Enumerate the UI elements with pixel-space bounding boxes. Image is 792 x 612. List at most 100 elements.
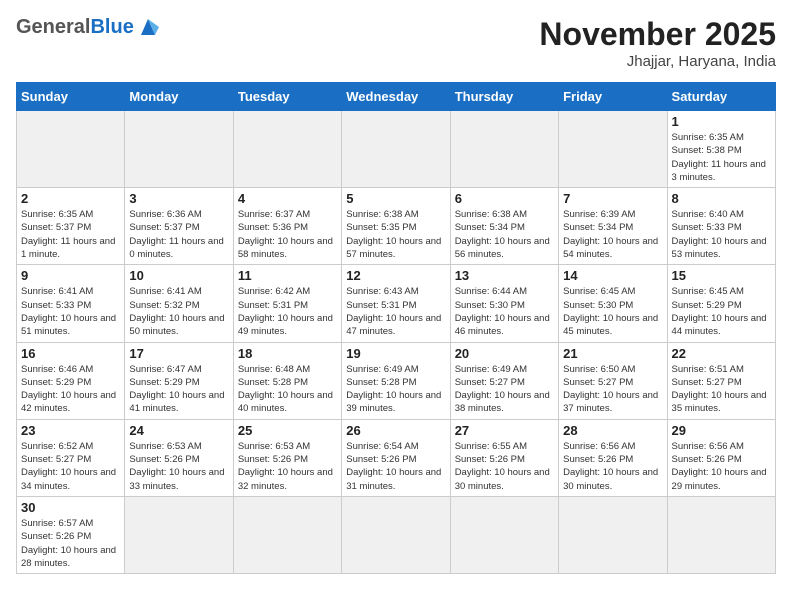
day-number: 28 — [563, 423, 662, 438]
day-number: 6 — [455, 191, 554, 206]
calendar-cell: 13 Sunrise: 6:44 AMSunset: 5:30 PMDayligh… — [450, 265, 558, 342]
calendar-cell: 25 Sunrise: 6:53 AMSunset: 5:26 PMDayligh… — [233, 419, 341, 496]
calendar-cell: 15 Sunrise: 6:45 AMSunset: 5:29 PMDayligh… — [667, 265, 775, 342]
day-info: Sunrise: 6:54 AMSunset: 5:26 PMDaylight:… — [346, 440, 445, 493]
day-number: 30 — [21, 500, 120, 515]
calendar-cell: 29Sunrise: 6:56 AMSunset: 5:26 PMDayligh… — [667, 419, 775, 496]
calendar-cell: 23 Sunrise: 6:52 AMSunset: 5:27 PMDayligh… — [17, 419, 125, 496]
calendar-cell: 30 Sunrise: 6:57 AMSunset: 5:26 PMDayligh… — [17, 496, 125, 573]
day-number: 20 — [455, 346, 554, 361]
calendar-week-row: 1Sunrise: 6:35 AMSunset: 5:38 PMDaylight… — [17, 111, 776, 188]
calendar-cell: 14Sunrise: 6:45 AMSunset: 5:30 PMDayligh… — [559, 265, 667, 342]
calendar-cell — [125, 496, 233, 573]
calendar-cell — [125, 111, 233, 188]
calendar-cell: 9Sunrise: 6:41 AMSunset: 5:33 PMDaylight… — [17, 265, 125, 342]
day-number: 23 — [21, 423, 120, 438]
day-number: 10 — [129, 268, 228, 283]
day-info: Sunrise: 6:40 AMSunset: 5:33 PMDaylight:… — [672, 208, 771, 261]
page-header: General Blue November 2025 Jhajjar, Hary… — [16, 16, 776, 70]
calendar-cell: 5 Sunrise: 6:38 AMSunset: 5:35 PMDaylight… — [342, 188, 450, 265]
day-info: Sunrise: 6:41 AMSunset: 5:32 PMDaylight:… — [129, 285, 228, 338]
day-number: 25 — [238, 423, 337, 438]
calendar-cell — [233, 496, 341, 573]
day-info: Sunrise: 6:49 AMSunset: 5:28 PMDaylight:… — [346, 363, 445, 416]
calendar-cell: 6 Sunrise: 6:38 AMSunset: 5:34 PMDaylight… — [450, 188, 558, 265]
day-info: Sunrise: 6:37 AMSunset: 5:36 PMDaylight:… — [238, 208, 337, 261]
column-header-monday: Monday — [125, 83, 233, 111]
calendar-week-row: 2 Sunrise: 6:35 AMSunset: 5:37 PMDaylight… — [17, 188, 776, 265]
day-info: Sunrise: 6:56 AMSunset: 5:26 PMDaylight:… — [672, 440, 771, 493]
day-number: 13 — [455, 268, 554, 283]
day-info: Sunrise: 6:35 AMSunset: 5:37 PMDaylight:… — [21, 208, 120, 261]
day-info: Sunrise: 6:56 AMSunset: 5:26 PMDaylight:… — [563, 440, 662, 493]
calendar-cell: 1Sunrise: 6:35 AMSunset: 5:38 PMDaylight… — [667, 111, 775, 188]
calendar-cell: 26Sunrise: 6:54 AMSunset: 5:26 PMDayligh… — [342, 419, 450, 496]
day-info: Sunrise: 6:45 AMSunset: 5:30 PMDaylight:… — [563, 285, 662, 338]
day-number: 12 — [346, 268, 445, 283]
calendar-cell — [450, 496, 558, 573]
calendar-cell: 28 Sunrise: 6:56 AMSunset: 5:26 PMDayligh… — [559, 419, 667, 496]
day-number: 17 — [129, 346, 228, 361]
day-number: 22 — [672, 346, 771, 361]
calendar-cell: 10 Sunrise: 6:41 AMSunset: 5:32 PMDayligh… — [125, 265, 233, 342]
column-header-sunday: Sunday — [17, 83, 125, 111]
logo-blue: Blue — [90, 16, 133, 39]
day-info: Sunrise: 6:50 AMSunset: 5:27 PMDaylight:… — [563, 363, 662, 416]
column-header-friday: Friday — [559, 83, 667, 111]
day-info: Sunrise: 6:57 AMSunset: 5:26 PMDaylight:… — [21, 517, 120, 570]
calendar-cell — [559, 111, 667, 188]
calendar-cell — [17, 111, 125, 188]
day-info: Sunrise: 6:44 AMSunset: 5:30 PMDaylight:… — [455, 285, 554, 338]
day-info: Sunrise: 6:38 AMSunset: 5:34 PMDaylight:… — [455, 208, 554, 261]
calendar-cell: 20 Sunrise: 6:49 AMSunset: 5:27 PMDayligh… — [450, 342, 558, 419]
day-number: 11 — [238, 268, 337, 283]
location-subtitle: Jhajjar, Haryana, India — [539, 53, 776, 70]
day-info: Sunrise: 6:55 AMSunset: 5:26 PMDaylight:… — [455, 440, 554, 493]
day-number: 15 — [672, 268, 771, 283]
calendar-cell — [450, 111, 558, 188]
day-info: Sunrise: 6:36 AMSunset: 5:37 PMDaylight:… — [129, 208, 228, 261]
day-number: 4 — [238, 191, 337, 206]
logo: General Blue — [16, 16, 159, 39]
day-number: 8 — [672, 191, 771, 206]
column-header-saturday: Saturday — [667, 83, 775, 111]
column-header-wednesday: Wednesday — [342, 83, 450, 111]
day-number: 24 — [129, 423, 228, 438]
day-info: Sunrise: 6:38 AMSunset: 5:35 PMDaylight:… — [346, 208, 445, 261]
calendar-cell: 16Sunrise: 6:46 AMSunset: 5:29 PMDayligh… — [17, 342, 125, 419]
calendar-cell: 27 Sunrise: 6:55 AMSunset: 5:26 PMDayligh… — [450, 419, 558, 496]
day-number: 5 — [346, 191, 445, 206]
logo-triangle-icon — [137, 17, 159, 39]
calendar-week-row: 9Sunrise: 6:41 AMSunset: 5:33 PMDaylight… — [17, 265, 776, 342]
column-header-thursday: Thursday — [450, 83, 558, 111]
calendar-cell: 19 Sunrise: 6:49 AMSunset: 5:28 PMDayligh… — [342, 342, 450, 419]
calendar-table: SundayMondayTuesdayWednesdayThursdayFrid… — [16, 82, 776, 574]
day-info: Sunrise: 6:39 AMSunset: 5:34 PMDaylight:… — [563, 208, 662, 261]
day-number: 7 — [563, 191, 662, 206]
calendar-cell: 12 Sunrise: 6:43 AMSunset: 5:31 PMDayligh… — [342, 265, 450, 342]
day-number: 2 — [21, 191, 120, 206]
calendar-cell: 11Sunrise: 6:42 AMSunset: 5:31 PMDayligh… — [233, 265, 341, 342]
calendar-cell — [342, 111, 450, 188]
calendar-week-row: 16Sunrise: 6:46 AMSunset: 5:29 PMDayligh… — [17, 342, 776, 419]
day-info: Sunrise: 6:45 AMSunset: 5:29 PMDaylight:… — [672, 285, 771, 338]
day-info: Sunrise: 6:53 AMSunset: 5:26 PMDaylight:… — [129, 440, 228, 493]
calendar-cell — [667, 496, 775, 573]
day-number: 19 — [346, 346, 445, 361]
calendar-cell: 18Sunrise: 6:48 AMSunset: 5:28 PMDayligh… — [233, 342, 341, 419]
column-header-tuesday: Tuesday — [233, 83, 341, 111]
calendar-cell: 7 Sunrise: 6:39 AMSunset: 5:34 PMDaylight… — [559, 188, 667, 265]
calendar-cell: 22 Sunrise: 6:51 AMSunset: 5:27 PMDayligh… — [667, 342, 775, 419]
day-info: Sunrise: 6:43 AMSunset: 5:31 PMDaylight:… — [346, 285, 445, 338]
calendar-header-row: SundayMondayTuesdayWednesdayThursdayFrid… — [17, 83, 776, 111]
calendar-week-row: 30 Sunrise: 6:57 AMSunset: 5:26 PMDayligh… — [17, 496, 776, 573]
day-info: Sunrise: 6:51 AMSunset: 5:27 PMDaylight:… — [672, 363, 771, 416]
day-info: Sunrise: 6:53 AMSunset: 5:26 PMDaylight:… — [238, 440, 337, 493]
day-number: 21 — [563, 346, 662, 361]
day-number: 27 — [455, 423, 554, 438]
calendar-cell: 2 Sunrise: 6:35 AMSunset: 5:37 PMDaylight… — [17, 188, 125, 265]
day-info: Sunrise: 6:49 AMSunset: 5:27 PMDaylight:… — [455, 363, 554, 416]
day-info: Sunrise: 6:35 AMSunset: 5:38 PMDaylight:… — [672, 131, 771, 184]
logo-general: General — [16, 16, 90, 39]
day-info: Sunrise: 6:52 AMSunset: 5:27 PMDaylight:… — [21, 440, 120, 493]
